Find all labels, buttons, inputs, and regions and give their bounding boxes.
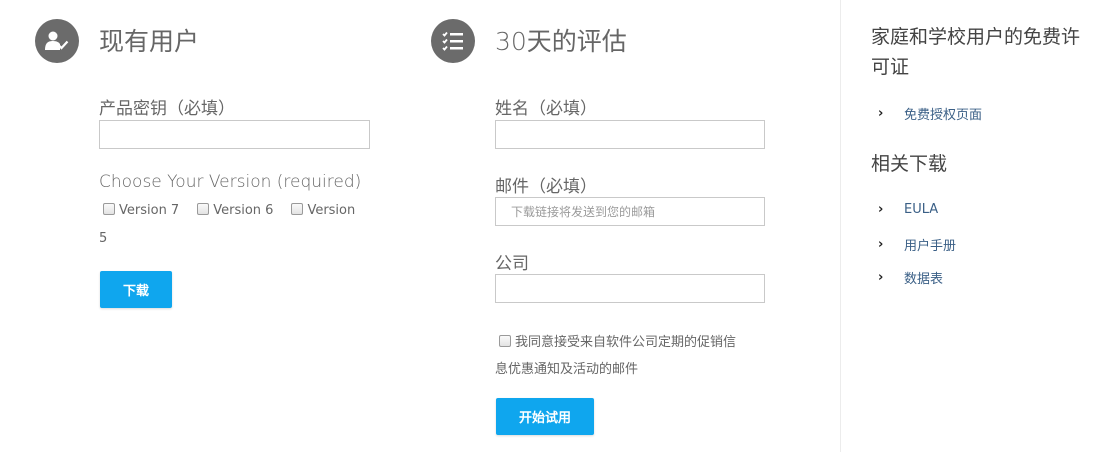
product-key-label: 产品密钥（必填） — [99, 99, 235, 119]
checkbox[interactable] — [103, 203, 115, 215]
user-check-icon — [35, 19, 79, 63]
email-input[interactable] — [495, 197, 765, 226]
checkbox[interactable] — [197, 203, 210, 215]
consent-text-line2: 息优惠通知及活动的邮件 — [495, 362, 639, 377]
download-link-manual[interactable]: › 用户手册 — [878, 235, 956, 254]
version-5-wrap-text: 5 — [99, 231, 108, 246]
downloads-title: 相关下载 — [871, 153, 948, 175]
download-button[interactable]: 下载 — [100, 271, 172, 308]
download-link-eula[interactable]: › EULA — [878, 202, 938, 217]
email-label: 邮件（必填） — [495, 177, 597, 197]
name-input[interactable] — [495, 120, 765, 149]
trial-title: 30天的评估 — [495, 27, 627, 56]
sidebar-divider — [840, 0, 841, 452]
chevron-right-icon: › — [878, 237, 884, 252]
product-key-input[interactable] — [99, 120, 370, 149]
start-trial-button[interactable]: 开始试用 — [496, 398, 594, 435]
free-license-link[interactable]: › 免费授权页面 — [878, 104, 982, 123]
checklist-icon — [431, 19, 475, 63]
chevron-right-icon: › — [878, 106, 884, 121]
license-title: 家庭和学校用户的免费许 可证 — [871, 26, 1081, 78]
consent-checkbox[interactable] — [499, 335, 511, 347]
consent-option[interactable]: 我同意接受来自软件公司定期的促销信 息优惠通知及活动的邮件 — [495, 329, 765, 383]
version-label: Choose Your Version (required) — [99, 172, 362, 192]
consent-text-line1: 我同意接受来自软件公司定期的促销信 — [515, 335, 737, 350]
version-options: Version 7 Version 6 Version — [103, 203, 355, 218]
company-input[interactable] — [495, 274, 765, 303]
existing-users-title: 现有用户 — [99, 27, 200, 56]
checkbox[interactable] — [291, 203, 304, 215]
company-label: 公司 — [495, 254, 529, 274]
name-label: 姓名（必填） — [495, 99, 597, 119]
chevron-right-icon: › — [878, 202, 884, 217]
download-link-datasheet[interactable]: › 数据表 — [878, 268, 943, 287]
chevron-right-icon: › — [878, 270, 884, 285]
version-7-option[interactable]: Version 7 — [103, 203, 179, 218]
version-6-option[interactable]: Version 6 — [197, 203, 273, 218]
version-5-option[interactable]: Version — [291, 203, 355, 218]
